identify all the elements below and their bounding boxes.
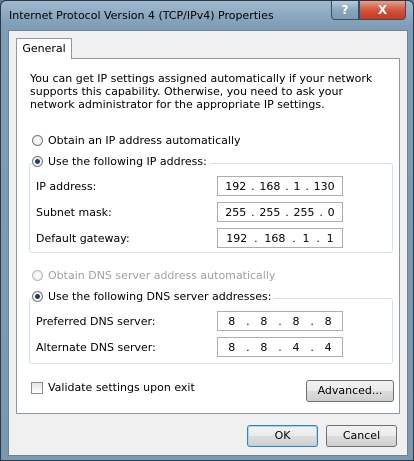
help-button[interactable]: ?	[331, 1, 359, 20]
close-button[interactable]: X	[359, 1, 406, 20]
use-following-ip-label: Use the following IP address:	[48, 155, 207, 168]
use-following-dns-option[interactable]: Use the following DNS server addresses:	[32, 290, 275, 303]
dialog-window: Internet Protocol Version 4 (TCP/IPv4) P…	[0, 0, 414, 461]
octet: 8	[260, 314, 268, 328]
octet: 255	[259, 205, 281, 219]
octet: 4	[324, 340, 332, 354]
octet: 8	[260, 340, 268, 354]
octet: 8	[228, 314, 236, 328]
alternate-dns-input[interactable]: 8. 8. 4. 4	[217, 337, 343, 357]
default-gateway-label: Default gateway:	[36, 232, 130, 245]
octet: 8	[292, 314, 300, 328]
use-following-ip-radio[interactable]	[32, 156, 43, 167]
use-following-dns-label: Use the following DNS server addresses:	[48, 290, 272, 303]
octet: 255	[293, 205, 315, 219]
validate-settings-checkbox[interactable]	[31, 381, 43, 394]
octet: 192	[225, 179, 247, 193]
obtain-ip-auto-radio[interactable]	[32, 135, 43, 146]
use-following-dns-radio[interactable]	[32, 291, 43, 302]
ip-address-input[interactable]: 192. 168. 1. 130	[217, 176, 343, 196]
octet: 8	[324, 314, 332, 328]
octet: 192	[226, 231, 248, 245]
octet: 1	[326, 231, 334, 245]
use-following-ip-option[interactable]: Use the following IP address:	[32, 155, 210, 168]
octet: 8	[228, 340, 236, 354]
preferred-dns-label: Preferred DNS server:	[36, 315, 156, 328]
default-gateway-input[interactable]: 192. 168. 1. 1	[217, 228, 343, 248]
obtain-dns-auto-option[interactable]: Obtain DNS server address automatically	[32, 269, 275, 282]
preferred-dns-input[interactable]: 8. 8. 8. 8	[217, 311, 343, 331]
ok-button[interactable]: OK	[247, 425, 318, 447]
subnet-mask-label: Subnet mask:	[36, 206, 112, 219]
subnet-mask-input[interactable]: 255. 255. 255. 0	[217, 202, 343, 222]
octet: 168	[264, 231, 286, 245]
title-bar[interactable]: Internet Protocol Version 4 (TCP/IPv4) P…	[1, 1, 413, 30]
description-text: You can get IP settings assigned automat…	[30, 72, 373, 111]
general-tab-panel: You can get IP settings assigned automat…	[16, 58, 400, 414]
dialog-client-area: General You can get IP settings assigned…	[8, 30, 408, 456]
tab-general[interactable]: General	[16, 38, 72, 59]
octet: 255	[225, 205, 247, 219]
window-title: Internet Protocol Version 4 (TCP/IPv4) P…	[9, 9, 274, 22]
octet: 4	[292, 340, 300, 354]
alternate-dns-label: Alternate DNS server:	[36, 341, 156, 354]
obtain-dns-auto-radio[interactable]	[32, 270, 43, 281]
obtain-dns-auto-label: Obtain DNS server address automatically	[48, 269, 276, 282]
octet: 1	[302, 231, 310, 245]
obtain-ip-auto-label: Obtain an IP address automatically	[48, 134, 241, 147]
ip-address-label: IP address:	[36, 180, 97, 193]
cancel-button[interactable]: Cancel	[326, 425, 397, 447]
octet: 0	[327, 205, 335, 219]
validate-settings-label: Validate settings upon exit	[48, 381, 195, 394]
octet: 1	[293, 179, 301, 193]
octet: 168	[259, 179, 281, 193]
octet: 130	[313, 179, 335, 193]
advanced-button[interactable]: Advanced...	[306, 380, 394, 402]
validate-settings-option[interactable]: Validate settings upon exit	[31, 381, 195, 394]
obtain-ip-auto-option[interactable]: Obtain an IP address automatically	[32, 134, 241, 147]
